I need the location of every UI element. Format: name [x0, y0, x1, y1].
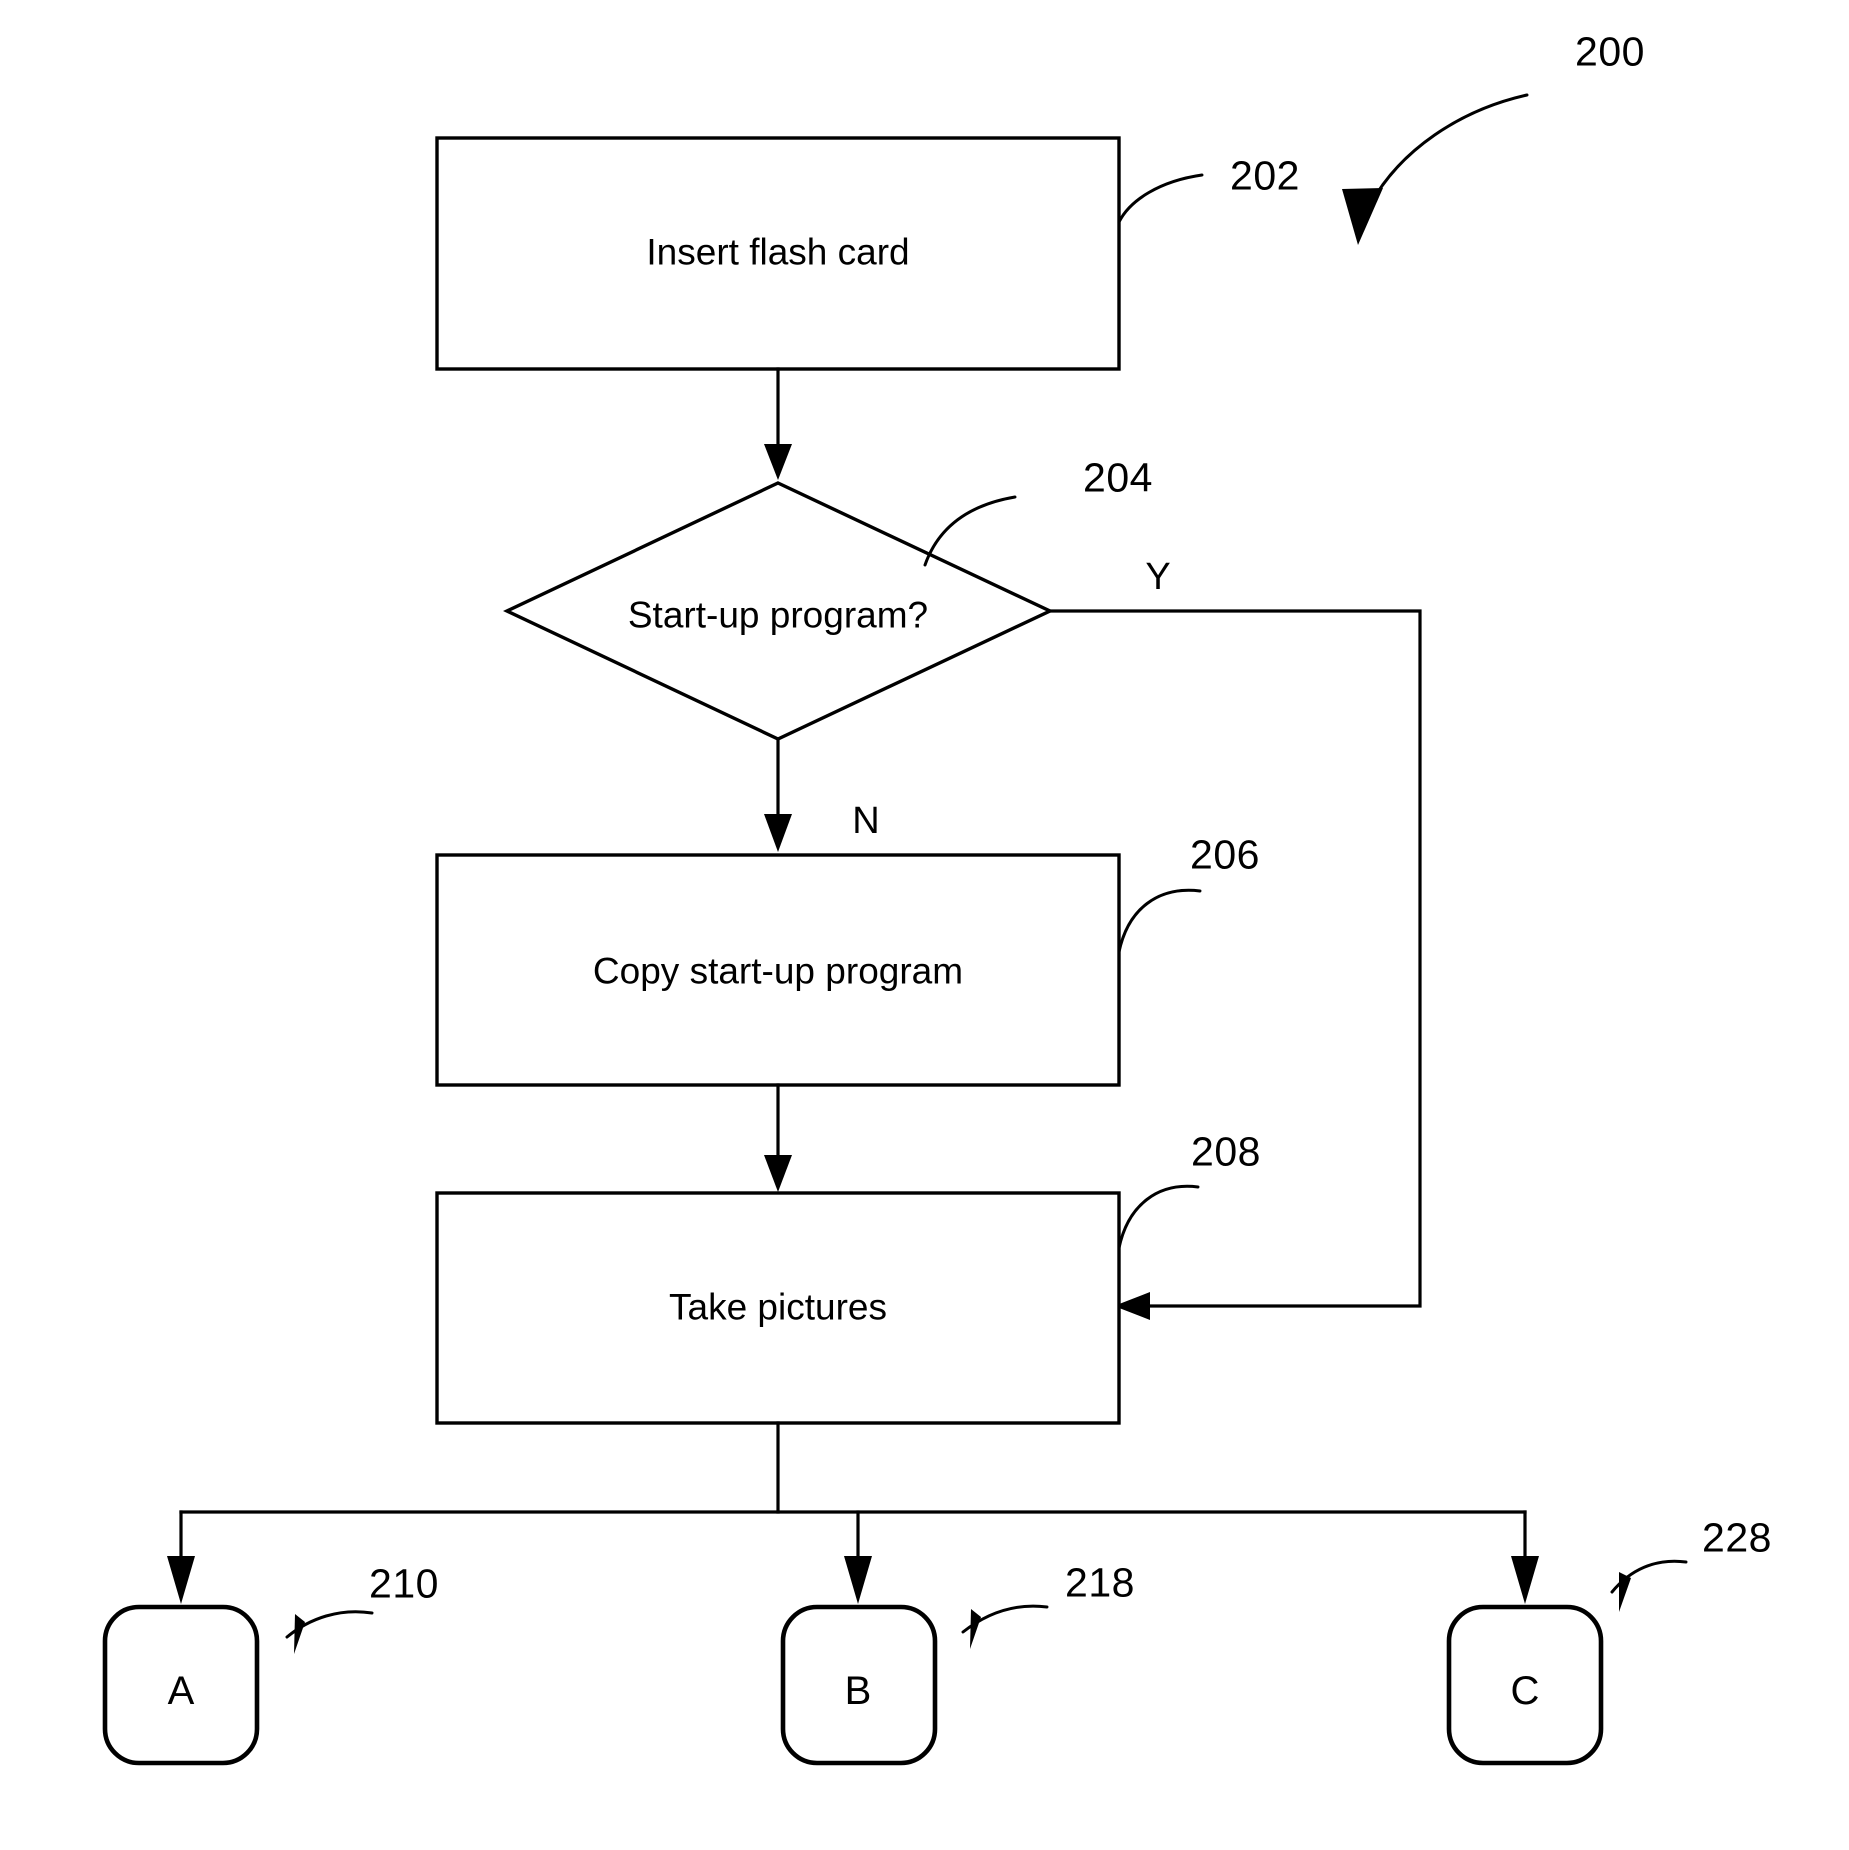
ref-210-arrowhead: [294, 1614, 305, 1654]
edge-204-no-arrowhead: [764, 814, 792, 852]
ref-208-leader-line: [1117, 1184, 1200, 1250]
branch-label-yes: Y: [1145, 556, 1171, 598]
copy-startup-program-label: Copy start-up program: [592, 950, 964, 992]
branch-label-no: N: [852, 800, 880, 842]
figure-number-200: 200: [1575, 28, 1645, 75]
insert-flash-card-label: Insert flash card: [646, 231, 910, 273]
ref-number-202: 202: [1230, 152, 1300, 199]
ref-228-arrowhead: [1619, 1572, 1631, 1612]
ref-number-208: 208: [1191, 1128, 1261, 1175]
edge-202-to-204-arrowhead: [764, 444, 792, 480]
ref-202-leader-line: [1117, 173, 1204, 224]
connector-b-label: B: [844, 1669, 872, 1713]
edge-206-to-208-arrowhead: [764, 1155, 792, 1192]
ref-204-leader-line: [923, 495, 1017, 567]
ref-206-leader-line: [1117, 888, 1202, 954]
edge-bus-to-c-arrowhead: [1511, 1556, 1539, 1604]
ref-200-arrowhead: [1342, 188, 1383, 245]
patent-flowchart-figure: 200 Insert flash card 202 Start-up progr…: [0, 0, 1849, 1850]
ref-number-206: 206: [1190, 831, 1260, 878]
take-pictures-label: Take pictures: [669, 1286, 887, 1328]
startup-program-decision-label: Start-up program?: [627, 594, 929, 636]
ref-number-204: 204: [1083, 454, 1153, 501]
ref-number-210: 210: [369, 1560, 439, 1607]
connector-a-label: A: [167, 1669, 195, 1713]
ref-200-leader-line: [1368, 93, 1529, 207]
connector-c-label: C: [1510, 1669, 1540, 1713]
edge-bus-to-b-arrowhead: [844, 1556, 872, 1604]
ref-number-218: 218: [1065, 1559, 1135, 1606]
edge-bus-to-a-arrowhead: [167, 1556, 195, 1604]
flowchart-canvas: [102, 93, 1688, 1766]
ref-number-228: 228: [1702, 1514, 1772, 1561]
ref-218-arrowhead: [970, 1609, 981, 1649]
